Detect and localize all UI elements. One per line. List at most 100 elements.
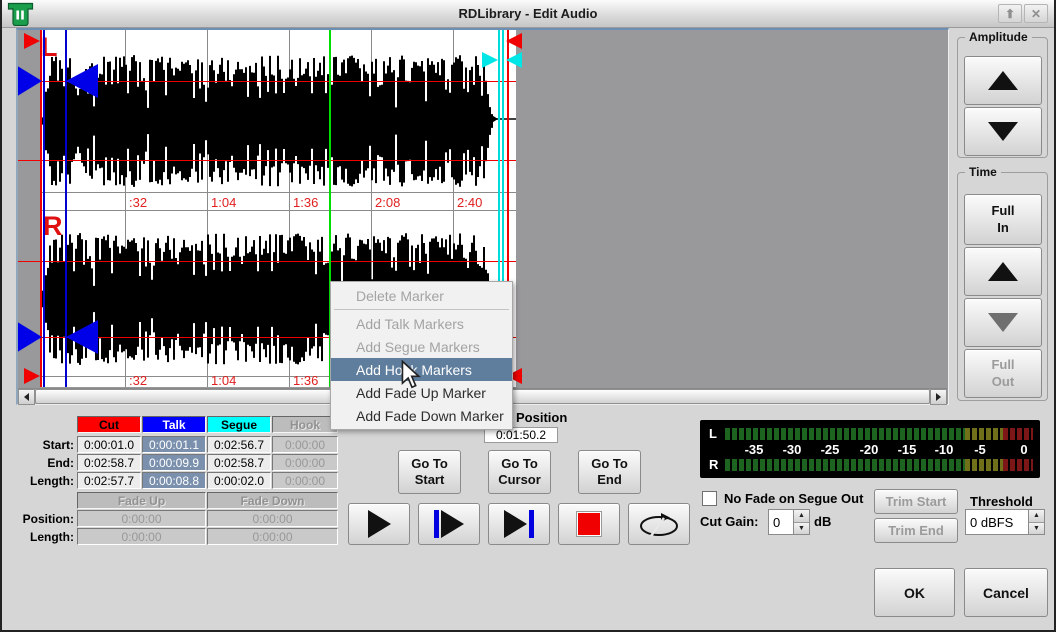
play-to-end-button[interactable]	[488, 503, 550, 545]
amplitude-group-title: Amplitude	[965, 30, 1032, 44]
talk-end-value: 0:00:09.9	[142, 454, 206, 471]
fade-position-row-label: Position:	[4, 512, 74, 526]
spin-up-icon[interactable]: ▲	[1029, 510, 1044, 523]
go-to-end-button[interactable]: Go To End	[578, 450, 641, 494]
no-fade-label: No Fade on Segue Out	[724, 491, 863, 506]
close-window-icon[interactable]: ✕	[1024, 4, 1048, 23]
stop-button[interactable]	[558, 503, 620, 545]
talk-start-marker[interactable]	[18, 64, 42, 98]
segue-start-value: 0:02:56.7	[207, 436, 271, 453]
talk-start-value: 0:00:01.1	[142, 436, 206, 453]
cut-length-value: 0:02:57.7	[77, 472, 141, 489]
segue-start-marker[interactable]	[482, 52, 498, 68]
cut-start-value: 0:00:01.0	[77, 436, 141, 453]
go-to-start-button[interactable]: Go To Start	[398, 450, 461, 494]
scroll-right-icon[interactable]	[930, 389, 947, 405]
time-full-out-button[interactable]: Full Out	[964, 349, 1042, 398]
down-arrow-icon	[988, 122, 1018, 141]
end-row-label: End:	[4, 456, 74, 470]
scale-tick: -30	[783, 442, 802, 457]
cut-gain-spinbox[interactable]: 0 ▲▼	[768, 509, 810, 535]
go-to-cursor-button[interactable]: Go To Cursor	[488, 450, 551, 494]
talk-column-header: Talk	[142, 416, 206, 433]
talk-end-marker[interactable]	[66, 320, 98, 354]
play-icon	[504, 510, 527, 538]
menu-separator	[334, 309, 509, 310]
talk-length-value: 0:00:08.8	[142, 472, 206, 489]
menu-item-add-fade-down-marker[interactable]: Add Fade Down Marker	[331, 404, 512, 427]
right-meter-bar	[725, 459, 1033, 471]
meter-right-label: R	[709, 457, 718, 472]
bar-icon	[434, 510, 439, 538]
menu-item-add-segue-markers[interactable]: Add Segue Markers	[331, 335, 512, 358]
audio-level-meter: L R -35 -30 -25 -20 -15 -10 -5 0	[700, 420, 1040, 478]
time-label: 2:40	[457, 195, 482, 210]
no-fade-checkbox[interactable]	[702, 491, 717, 506]
scale-tick: -10	[935, 442, 954, 457]
threshold-line	[18, 261, 516, 262]
time-label: :32	[129, 373, 147, 387]
channel-divider	[41, 210, 516, 211]
time-label: :32	[129, 195, 147, 210]
fade-up-length-value: 0:00:00	[77, 528, 206, 545]
fade-down-header: Fade Down	[207, 492, 338, 509]
segue-column-header: Segue	[207, 416, 271, 433]
scale-tick: -5	[974, 442, 986, 457]
threshold-line	[18, 160, 516, 161]
segue-end-value: 0:02:58.7	[207, 454, 271, 471]
threshold-spinbox[interactable]: 0 dBFS ▲▼	[965, 509, 1045, 535]
play-from-start-button[interactable]	[418, 503, 480, 545]
spin-up-icon[interactable]: ▲	[794, 510, 809, 523]
trim-end-button[interactable]: Trim End	[874, 518, 958, 543]
talk-start-marker[interactable]	[18, 320, 42, 354]
title-bar[interactable]: RDLibrary - Edit Audio ⬆ ✕	[2, 0, 1054, 28]
amplitude-group: Amplitude	[957, 37, 1048, 158]
cut-gain-value[interactable]: 0	[769, 510, 793, 534]
stop-icon	[577, 512, 601, 536]
cut-column-header: Cut	[77, 416, 141, 433]
threshold-label: Threshold	[970, 494, 1033, 509]
time-zoom-out-button[interactable]	[964, 298, 1042, 347]
talk-end-marker[interactable]	[66, 64, 98, 98]
threshold-value[interactable]: 0 dBFS	[966, 510, 1028, 534]
time-zoom-in-button[interactable]	[964, 247, 1042, 296]
spin-down-icon[interactable]: ▼	[794, 523, 809, 535]
bar-icon	[529, 510, 534, 538]
loop-button[interactable]	[628, 503, 690, 545]
window-title: RDLibrary - Edit Audio	[2, 6, 1054, 21]
hook-length-value: 0:00:00	[272, 472, 338, 489]
play-icon	[441, 510, 464, 538]
play-button[interactable]	[348, 503, 410, 545]
ok-button[interactable]: OK	[874, 568, 955, 617]
cut-start-marker[interactable]	[24, 368, 40, 384]
menu-item-delete-marker[interactable]: Delete Marker	[331, 284, 512, 307]
menu-item-add-talk-markers[interactable]: Add Talk Markers	[331, 312, 512, 335]
channel-divider	[41, 192, 516, 193]
shade-window-icon[interactable]: ⬆	[998, 4, 1022, 23]
fade-length-row-label: Length:	[4, 530, 74, 544]
fade-up-header: Fade Up	[77, 492, 206, 509]
time-group: Time Full In Full Out	[957, 172, 1048, 401]
mouse-cursor-icon	[401, 360, 423, 395]
cut-start-marker[interactable]	[24, 33, 40, 49]
time-full-in-button[interactable]: Full In	[964, 194, 1042, 245]
spin-down-icon[interactable]: ▼	[1029, 523, 1044, 535]
talk-start-line[interactable]	[43, 30, 45, 387]
trim-start-button[interactable]: Trim Start	[874, 489, 958, 514]
scale-tick: -25	[821, 442, 840, 457]
scroll-left-icon[interactable]	[18, 389, 35, 405]
cut-gain-label: Cut Gain:	[700, 514, 759, 529]
time-group-title: Time	[965, 165, 1001, 179]
scale-tick: -35	[745, 442, 764, 457]
cut-end-marker[interactable]	[506, 33, 522, 49]
segue-end-marker[interactable]	[506, 52, 522, 68]
cancel-button[interactable]: Cancel	[964, 568, 1048, 617]
length-row-label: Length:	[4, 474, 74, 488]
amplitude-down-button[interactable]	[964, 107, 1042, 156]
hook-end-value: 0:00:00	[272, 454, 338, 471]
meter-left-label: L	[709, 426, 717, 441]
scale-tick: 0	[1020, 442, 1027, 457]
hook-column-header: Hook	[272, 416, 338, 433]
segue-length-value: 0:00:02.0	[207, 472, 271, 489]
amplitude-up-button[interactable]	[964, 56, 1042, 105]
